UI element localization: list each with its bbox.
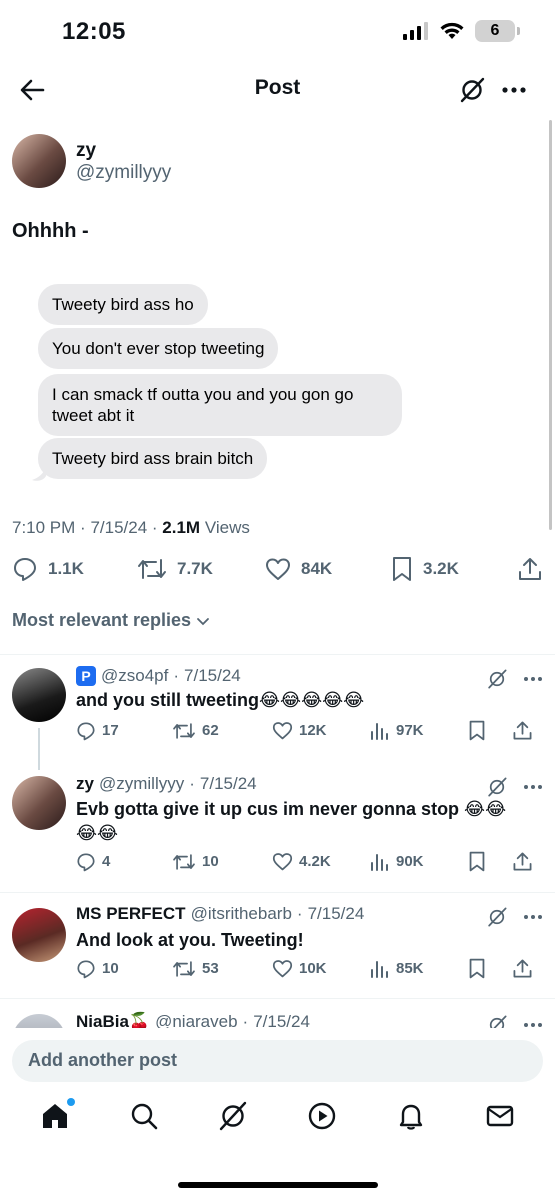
tab-bar [0, 1098, 555, 1132]
tab-grok[interactable] [217, 1100, 249, 1132]
add-post-input[interactable]: Add another post [12, 1040, 543, 1082]
search-icon [131, 1103, 158, 1130]
home-icon [42, 1104, 67, 1128]
reply-more-button[interactable] [522, 1018, 544, 1028]
video-icon [308, 1102, 336, 1130]
grok-icon [219, 1101, 247, 1131]
bell-icon [400, 1104, 423, 1130]
tab-messages[interactable] [484, 1100, 516, 1132]
reply-grok-button[interactable] [486, 1014, 508, 1028]
notification-dot [66, 1098, 75, 1106]
grok-icon [489, 1015, 507, 1028]
reply-tools [486, 1014, 544, 1028]
reply-tools-clip [0, 0, 555, 1028]
more-icon [524, 1023, 542, 1027]
tab-search[interactable] [128, 1100, 160, 1132]
tab-video[interactable] [306, 1100, 338, 1132]
mail-icon [487, 1105, 514, 1127]
tab-notifications[interactable] [395, 1100, 427, 1132]
tab-home[interactable] [39, 1098, 75, 1132]
home-indicator [178, 1182, 378, 1188]
